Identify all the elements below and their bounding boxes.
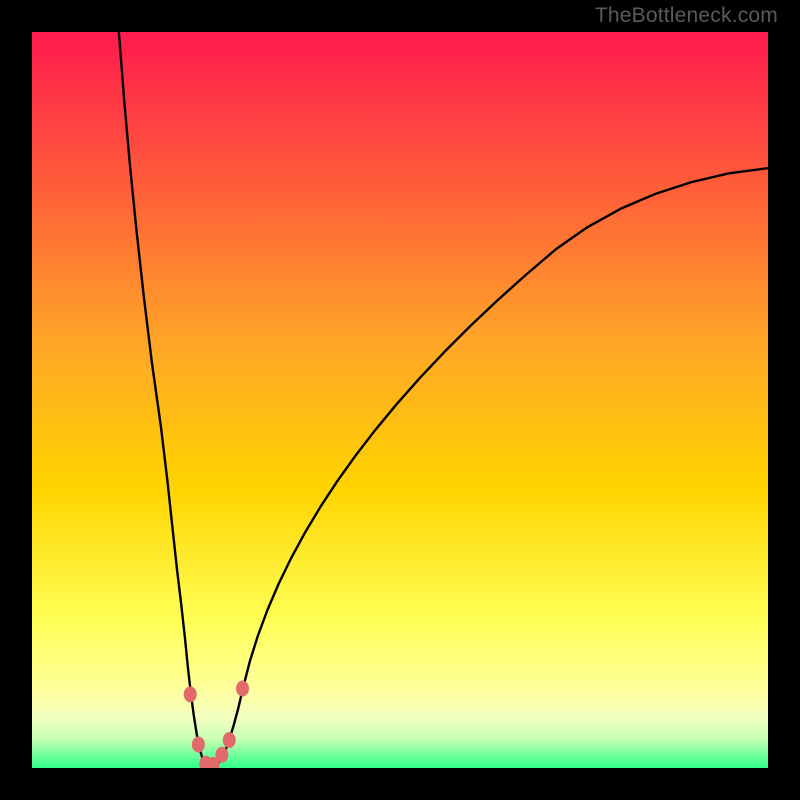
- curve-marker: [223, 732, 236, 748]
- curve-marker: [184, 686, 197, 702]
- chart-frame: TheBottleneck.com: [0, 0, 800, 800]
- curve-marker: [192, 736, 205, 752]
- plot-area: [32, 32, 768, 768]
- watermark-text: TheBottleneck.com: [595, 4, 778, 28]
- curve-marker: [215, 747, 228, 763]
- chart-svg: [32, 32, 768, 768]
- curve-marker: [236, 681, 249, 697]
